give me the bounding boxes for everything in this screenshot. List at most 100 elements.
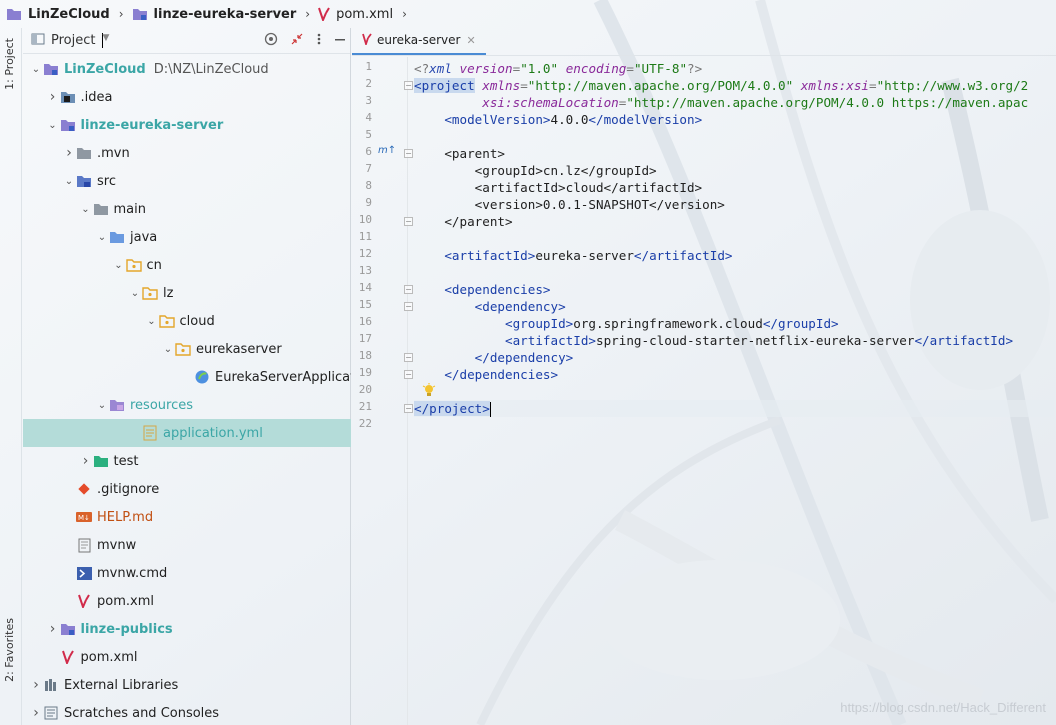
tree-item[interactable]: M↓ HELP.md bbox=[23, 503, 351, 531]
code-line[interactable]: </parent> bbox=[414, 213, 512, 230]
fold-marker-icon[interactable]: − bbox=[404, 217, 413, 226]
code-line[interactable]: <version>0.0.1-SNAPSHOT</version> bbox=[414, 196, 725, 213]
chevron-down-icon[interactable]: ▼ bbox=[102, 33, 109, 48]
fold-marker-icon[interactable]: − bbox=[404, 81, 413, 90]
scratches-icon bbox=[43, 705, 59, 721]
chevron-down-icon[interactable]: ⌄ bbox=[79, 204, 93, 215]
fold-marker-icon[interactable]: − bbox=[404, 353, 413, 362]
fold-marker-icon[interactable]: − bbox=[404, 149, 413, 158]
code-line[interactable]: </project> bbox=[414, 400, 1054, 417]
tree-item[interactable]: ⌄ LinZeCloud D:\NZ\LinZeCloud bbox=[23, 55, 351, 83]
tree-item[interactable]: › linze-publics bbox=[23, 615, 351, 643]
tab-favorites[interactable]: 2: Favorites bbox=[3, 618, 16, 682]
line-number: 1 bbox=[365, 60, 372, 73]
chevron-down-icon[interactable]: ⌄ bbox=[161, 344, 175, 355]
spring-boot-class-icon bbox=[194, 369, 210, 385]
code-line[interactable]: <project xmlns="http://maven.apache.org/… bbox=[414, 77, 1028, 94]
breadcrumb-item-root[interactable]: LinZeCloud bbox=[6, 7, 110, 22]
lightbulb-icon[interactable] bbox=[422, 383, 436, 399]
tree-item-path: D:\NZ\LinZeCloud bbox=[153, 61, 269, 77]
navigation-bar: LinZeCloud › linze-eureka-server › pom.x… bbox=[0, 0, 1056, 28]
breadcrumb-item-file[interactable]: pom.xml bbox=[318, 7, 393, 22]
tree-item[interactable]: › External Libraries bbox=[23, 671, 351, 699]
tree-item-label: pom.xml bbox=[80, 649, 138, 665]
code-token: <version>0.0.1-SNAPSHOT</version> bbox=[414, 197, 725, 212]
code-line[interactable]: xsi:schemaLocation="http://maven.apache.… bbox=[414, 94, 1028, 111]
code-line[interactable]: <artifactId>spring-cloud-starter-netflix… bbox=[414, 332, 1013, 349]
collapse-all-icon[interactable] bbox=[290, 32, 304, 50]
tree-item[interactable]: ⌄ java bbox=[23, 223, 351, 251]
chevron-right-icon[interactable]: › bbox=[46, 621, 60, 637]
text-file-icon bbox=[76, 537, 92, 553]
chevron-down-icon[interactable]: ⌄ bbox=[62, 176, 76, 187]
line-number: 17 bbox=[358, 332, 372, 345]
tree-item[interactable]: ⌄ cloud bbox=[23, 307, 351, 335]
tree-item[interactable]: mvnw bbox=[23, 531, 351, 559]
tree-item[interactable]: pom.xml bbox=[23, 643, 351, 671]
chevron-down-icon[interactable]: ⌄ bbox=[29, 64, 43, 75]
fold-marker-icon[interactable]: − bbox=[404, 370, 413, 379]
code-line[interactable]: <groupId>org.springframework.cloud</grou… bbox=[414, 315, 839, 332]
tree-item[interactable]: .gitignore bbox=[23, 475, 351, 503]
chevron-down-icon[interactable]: ⌄ bbox=[95, 400, 109, 411]
tree-item[interactable]: ⌄ cn bbox=[23, 251, 351, 279]
code-token: <modelVersion> bbox=[444, 112, 551, 127]
chevron-right-icon[interactable]: › bbox=[46, 89, 60, 105]
line-number: 22 bbox=[358, 417, 372, 430]
chevron-right-icon[interactable]: › bbox=[29, 677, 43, 693]
code-token: <artifactId>cloud</artifactId> bbox=[414, 180, 703, 195]
breadcrumb-item-module[interactable]: linze-eureka-server bbox=[132, 7, 296, 22]
code-line[interactable]: <artifactId>cloud</artifactId> bbox=[414, 179, 702, 196]
close-icon[interactable]: ✕ bbox=[466, 34, 475, 47]
tree-item[interactable]: pom.xml bbox=[23, 587, 351, 615]
chevron-down-icon[interactable]: ⌄ bbox=[128, 288, 142, 299]
tree-item-label: application.yml bbox=[163, 425, 263, 441]
code-line[interactable]: </dependencies> bbox=[414, 366, 558, 383]
code-line[interactable]: <dependencies> bbox=[414, 281, 550, 298]
tree-item[interactable]: EurekaServerApplication bbox=[23, 363, 351, 391]
code-line[interactable]: <modelVersion>4.0.0</modelVersion> bbox=[414, 111, 702, 128]
tab-project[interactable]: 1: Project bbox=[3, 38, 16, 90]
chevron-down-icon[interactable]: ⌄ bbox=[46, 120, 60, 131]
tree-item[interactable]: › Scratches and Consoles bbox=[23, 699, 351, 725]
tree-item[interactable]: ⌄ src bbox=[23, 167, 351, 195]
minimize-icon[interactable] bbox=[334, 32, 346, 50]
chevron-right-icon: › bbox=[305, 7, 311, 21]
tree-item[interactable]: › .idea bbox=[23, 83, 351, 111]
tree-item[interactable]: ⌄ linze-eureka-server bbox=[23, 111, 351, 139]
chevron-right-icon[interactable]: › bbox=[29, 705, 43, 721]
code-line[interactable]: </dependency> bbox=[414, 349, 574, 366]
line-number-gutter: 1 2−3 4 5 6−7 8 9 10−11 12 13 14−15−16 17 18−19−20 21… bbox=[352, 57, 413, 725]
tree-item[interactable]: mvnw.cmd bbox=[23, 559, 351, 587]
more-options-icon[interactable] bbox=[316, 32, 322, 50]
tree-item[interactable]: ⌄ lz bbox=[23, 279, 351, 307]
chevron-right-icon[interactable]: › bbox=[79, 453, 93, 469]
locate-icon[interactable] bbox=[264, 32, 278, 50]
fold-marker-icon[interactable]: − bbox=[404, 285, 413, 294]
code-line[interactable]: <artifactId>eureka-server</artifactId> bbox=[414, 247, 732, 264]
code-line[interactable]: <dependency> bbox=[414, 298, 566, 315]
code-line[interactable]: <groupId>cn.lz</groupId> bbox=[414, 162, 657, 179]
chevron-right-icon[interactable]: › bbox=[62, 145, 76, 161]
tree-item[interactable]: ⌄ resources bbox=[23, 391, 351, 419]
tree-item[interactable]: ⌄ main bbox=[23, 195, 351, 223]
tree-item[interactable]: ⌄ eurekaserver bbox=[23, 335, 351, 363]
tab-eureka-server[interactable]: eureka-server ✕ bbox=[352, 27, 486, 55]
project-panel-title[interactable]: Project bbox=[51, 33, 95, 48]
tree-item[interactable]: › .mvn bbox=[23, 139, 351, 167]
fold-marker-icon[interactable]: − bbox=[404, 302, 413, 311]
chevron-down-icon[interactable]: ⌄ bbox=[112, 260, 126, 271]
override-marker-icon[interactable]: m↑ bbox=[378, 145, 396, 156]
tree-item[interactable]: › test bbox=[23, 447, 351, 475]
package-icon bbox=[142, 285, 158, 301]
chevron-down-icon[interactable]: ⌄ bbox=[145, 316, 159, 327]
code-token: "http://www.w3.org/2 bbox=[876, 78, 1029, 93]
module-folder-icon bbox=[60, 621, 76, 637]
code-line[interactable]: <parent> bbox=[414, 145, 505, 162]
tree-item[interactable]: application.yml bbox=[23, 419, 351, 447]
fold-marker-icon[interactable]: − bbox=[404, 404, 413, 413]
folder-icon bbox=[132, 7, 148, 21]
chevron-down-icon[interactable]: ⌄ bbox=[95, 232, 109, 243]
test-folder-icon bbox=[93, 453, 109, 469]
code-line[interactable]: <?xml version="1.0" encoding="UTF-8"?> bbox=[414, 60, 702, 77]
